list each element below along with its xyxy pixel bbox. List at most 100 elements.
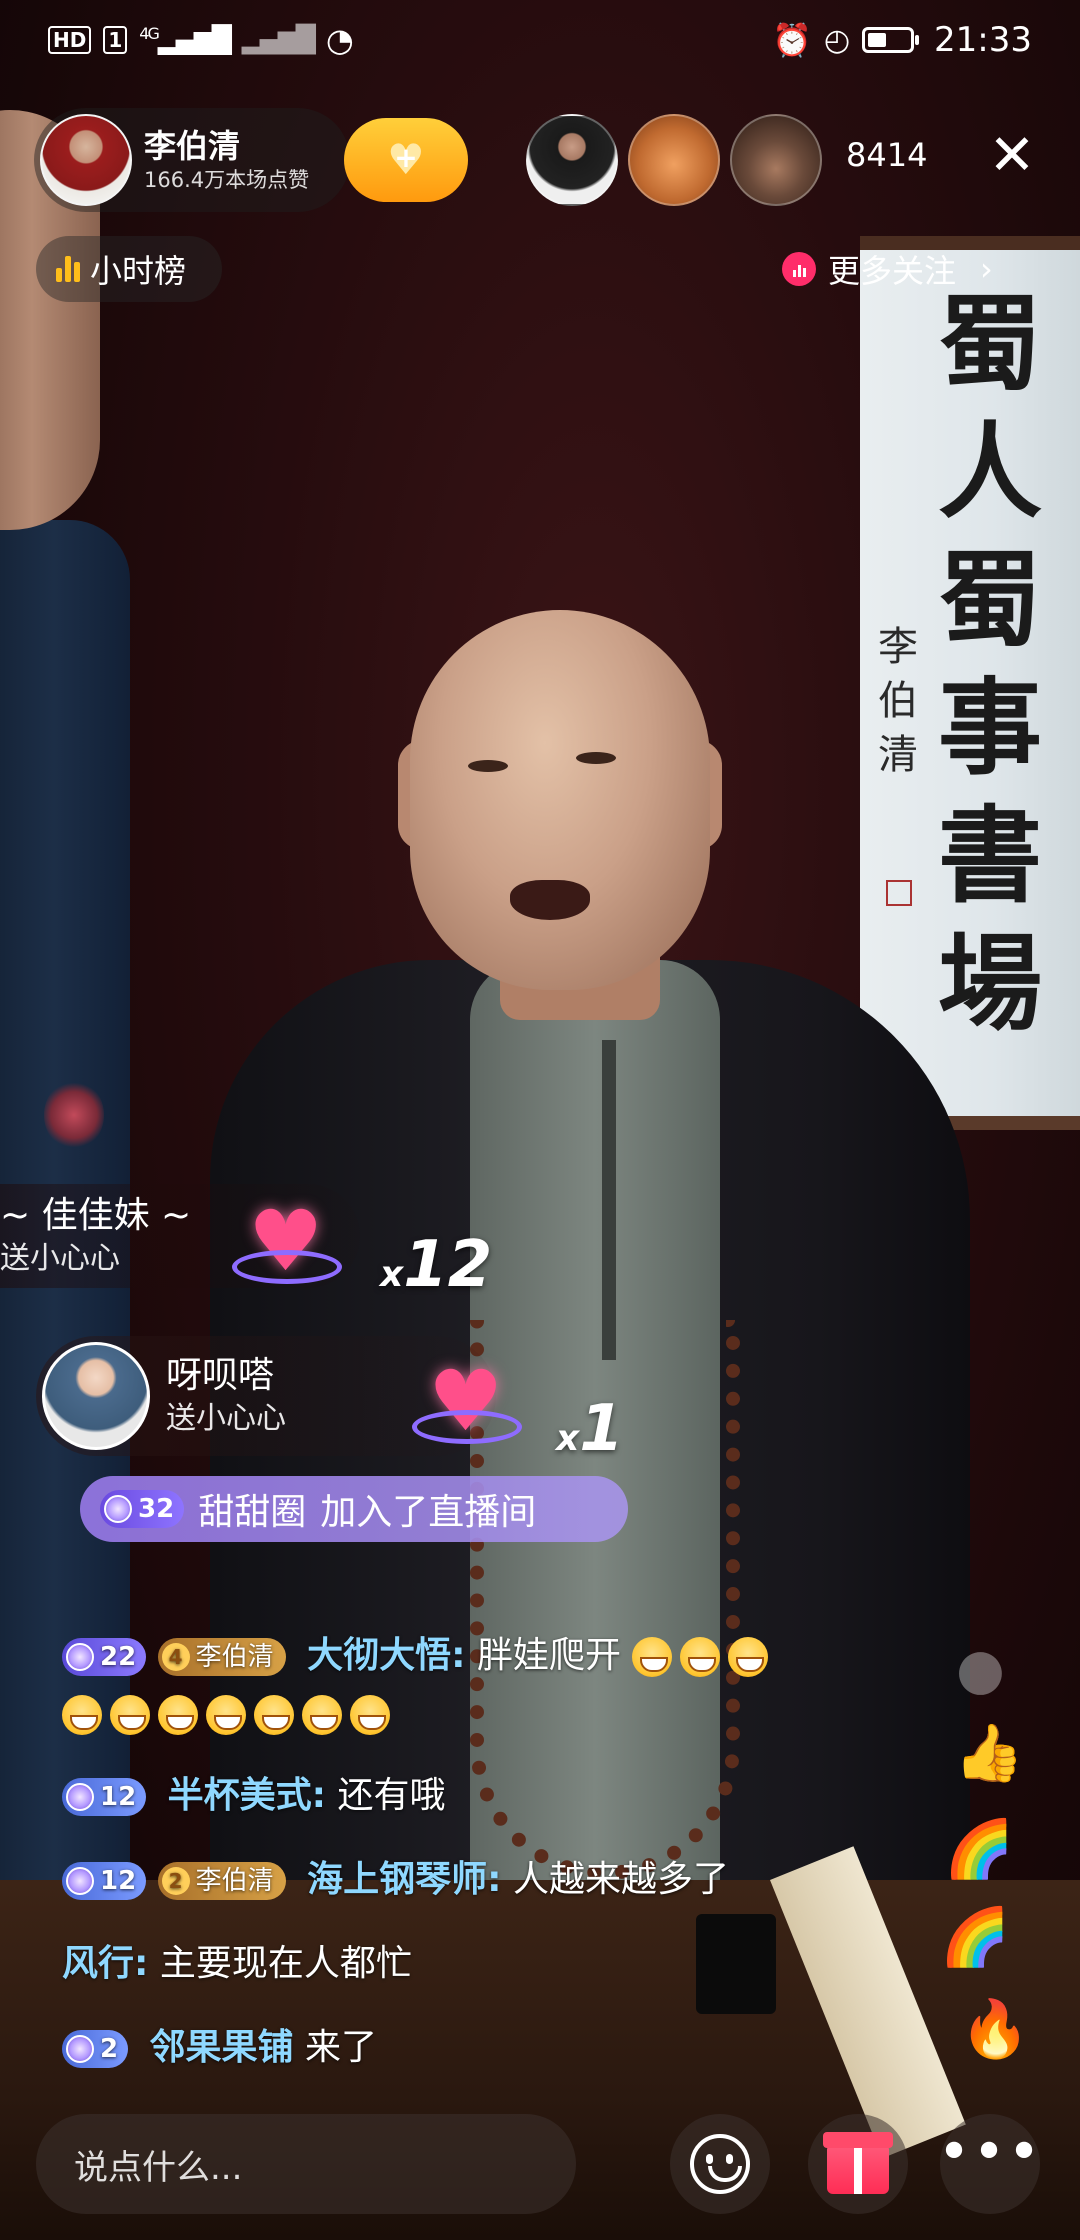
rainbow-star-icon: 🌈 <box>944 1817 1014 1882</box>
combo-number: 1 <box>579 1392 624 1466</box>
chat-message[interactable]: 风行: 主要现在人都忙 <box>62 1938 412 1990</box>
level-badge: 2 <box>62 2030 129 2068</box>
top-viewer-avatar[interactable] <box>526 114 618 206</box>
gift-box-icon <box>823 2132 893 2194</box>
more-dots-icon: ••• <box>937 2120 1043 2185</box>
chat-username[interactable]: 风行: <box>62 1943 148 1984</box>
host-figure-eye <box>468 760 508 772</box>
gift-action: 送小心心 <box>166 1401 286 1436</box>
calligraphy-seal <box>886 880 912 906</box>
chat-message[interactable]: 12 2 李伯清 海上钢琴师: 人越来越多了 <box>62 1854 729 1906</box>
battery-icon <box>862 27 920 53</box>
chat-username[interactable]: 半杯美式: <box>168 1775 326 1816</box>
top-viewer-avatar[interactable] <box>730 114 822 206</box>
gem-icon <box>66 1783 94 1811</box>
combo-x: x <box>380 1254 404 1295</box>
calligraphy-main-text: 蜀人蜀事書場 <box>937 282 1042 1045</box>
gift-action: 送小心心 <box>0 1241 120 1276</box>
top-viewer-avatar[interactable] <box>628 114 720 206</box>
gift-sender-name: 呀呗嗒 <box>166 1355 275 1396</box>
grin-emoji-icon <box>680 1637 721 1677</box>
alarm-icon: ⏰ <box>771 21 812 59</box>
more-follow-label: 更多关注 <box>828 252 957 290</box>
grin-emoji-icon <box>302 1695 342 1735</box>
level-badge: 32 <box>100 1490 185 1528</box>
sim-icon: 1 <box>103 26 128 54</box>
close-button[interactable]: ✕ <box>984 128 1040 184</box>
chat-text: 人越来越多了 <box>512 1859 729 1900</box>
rainbow-star-icon: 🌈 <box>940 1905 1010 1970</box>
heart-gift-icon: ♥ <box>412 1356 522 1456</box>
chat-message[interactable]: 12 半杯美式: 还有哦 <box>62 1770 446 1822</box>
join-text: 加入了直播间 <box>320 1492 537 1533</box>
gift-sender-avatar[interactable] <box>42 1342 150 1450</box>
host-likes: 166.4万本场点赞 <box>144 168 310 192</box>
host-avatar[interactable] <box>40 114 132 206</box>
more-button[interactable]: ••• <box>937 2114 1043 2214</box>
grin-emoji-icon <box>206 1695 246 1735</box>
gift-button[interactable] <box>808 2114 908 2214</box>
hourly-rank-label: 小时榜 <box>90 252 187 290</box>
no-signal-icon: ▂▄▆█ <box>241 25 316 55</box>
gem-icon <box>66 1643 94 1671</box>
hourly-rank-button[interactable]: 小时榜 <box>36 236 222 302</box>
host-info[interactable]: 李伯清 166.4万本场点赞 <box>34 108 350 212</box>
chat-message-continued <box>62 1688 398 1740</box>
chat-message[interactable]: 22 4 李伯清 大彻大悟: 胖娃爬开 <box>62 1630 776 1682</box>
sweater-zip <box>602 1040 616 1360</box>
flame-icon: 🔥 <box>960 1997 1030 2062</box>
level-badge: 12 <box>62 1862 147 1900</box>
hd-icon: HD <box>48 26 92 54</box>
network-type: 4G <box>139 24 160 44</box>
chat-username[interactable]: 大彻大悟: <box>307 1635 465 1676</box>
desk-block <box>696 1914 776 2014</box>
chat-message[interactable]: 2 邻果果铺 来了 <box>62 2022 377 2074</box>
thumbs-up-icon: 👍 <box>954 1721 1024 1786</box>
chat-text: 胖娃爬开 <box>476 1635 621 1676</box>
embroidery <box>44 1080 104 1150</box>
chat-username[interactable]: 邻果果铺 <box>150 2027 294 2068</box>
grin-emoji-icon <box>110 1695 150 1735</box>
gift-combo-count: x12 <box>380 1228 492 1302</box>
comment-placeholder: 说点什么... <box>74 2147 243 2188</box>
heart-gift-icon: ♥ <box>232 1196 342 1296</box>
host-figure-head <box>410 610 710 990</box>
emoji-button[interactable] <box>670 2114 770 2214</box>
fan-club-badge: 2 李伯清 <box>157 1862 286 1900</box>
calligraphy-signature: 李伯清 <box>878 624 918 778</box>
grin-emoji-icon <box>632 1637 673 1677</box>
follow-button[interactable]: ♥ + <box>344 118 468 202</box>
gem-icon <box>66 2035 94 2063</box>
signal-icon: 4G▂▄▆█ <box>139 24 232 56</box>
chat-text: 来了 <box>305 2027 378 2068</box>
join-user: 甜甜圈 <box>198 1492 307 1533</box>
live-bars-icon <box>782 252 816 286</box>
join-notice: 32 甜甜圈 加入了直播间 <box>80 1476 628 1542</box>
smiley-icon <box>690 2134 750 2194</box>
chat-username[interactable]: 海上钢琴师: <box>307 1859 501 1900</box>
clock: 21:33 <box>934 20 1032 60</box>
gift-sender-name: ~ 佳佳妹 ~ <box>0 1195 192 1236</box>
more-follow-button[interactable]: 更多关注 › <box>782 246 993 292</box>
combo-x: x <box>556 1418 580 1459</box>
comment-input[interactable]: 说点什么... <box>36 2114 576 2214</box>
rank-bars-icon <box>56 256 80 282</box>
wifi-icon: ◔ <box>325 21 354 59</box>
grin-emoji-icon <box>254 1695 294 1735</box>
fan-club-badge: 4 李伯清 <box>157 1638 286 1676</box>
status-bar: HD 1 4G▂▄▆█ ▂▄▆█ ◔ ⏰ ◴ 21:33 <box>0 0 1080 80</box>
level-badge: 12 <box>62 1778 147 1816</box>
host-figure-mouth <box>510 880 590 920</box>
level-badge: 22 <box>62 1638 147 1676</box>
grin-emoji-icon <box>158 1695 198 1735</box>
combo-number: 12 <box>403 1228 493 1302</box>
chevron-right-icon: › <box>980 250 993 288</box>
chat-text: 主要现在人都忙 <box>159 1943 412 1984</box>
grin-emoji-icon <box>62 1695 102 1735</box>
gem-icon <box>66 1867 94 1895</box>
grin-emoji-icon <box>728 1637 769 1677</box>
viewer-count[interactable]: 8414 <box>846 136 927 174</box>
chat-text: 还有哦 <box>337 1775 446 1816</box>
host-figure-eye <box>576 752 616 764</box>
gift-combo-count: x1 <box>556 1392 624 1466</box>
